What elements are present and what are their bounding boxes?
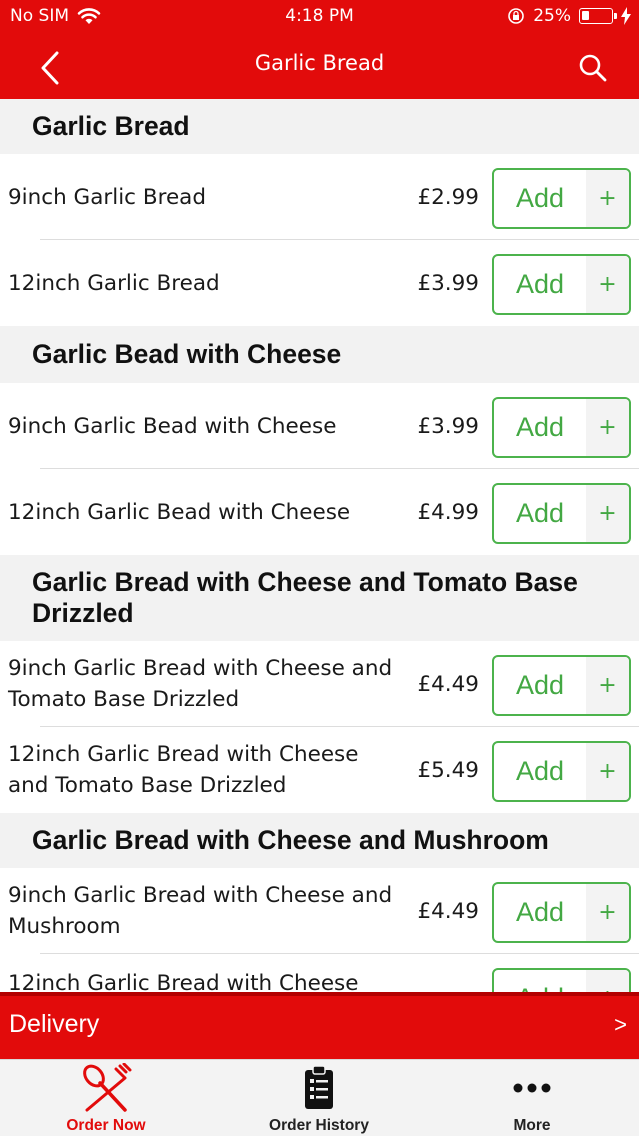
tab-label: Order Now xyxy=(66,1117,146,1134)
item-name: 9inch Garlic Bead with Cheese xyxy=(8,413,337,439)
add-button[interactable]: Add + xyxy=(492,483,631,544)
add-button[interactable]: Add + xyxy=(492,168,631,229)
battery-icon xyxy=(579,8,617,24)
menu-item-row: 12inch Garlic Bead with Cheese £4.99 Add… xyxy=(0,469,639,555)
menu-item-row: 9inch Garlic Bread with Cheese and Mushr… xyxy=(0,868,639,954)
delivery-shadow xyxy=(0,992,639,996)
plus-icon: + xyxy=(586,884,629,941)
section-title: Garlic Bread with Cheese and Tomato Base… xyxy=(32,567,578,628)
menu-list[interactable]: Garlic Bread 9inch Garlic Bread £2.99 Ad… xyxy=(0,99,639,992)
add-label: Add xyxy=(515,498,565,528)
orientation-lock-icon xyxy=(508,8,525,24)
add-label: Add xyxy=(515,412,565,442)
add-label: Add xyxy=(515,756,565,786)
tab-label: More xyxy=(513,1117,551,1134)
add-button[interactable]: Add + xyxy=(492,741,631,802)
plus-icon: + xyxy=(586,743,629,800)
clipboard-list-icon xyxy=(303,1060,335,1116)
menu-item-row: 9inch Garlic Bead with Cheese £3.99 Add … xyxy=(0,383,639,469)
nav-bar: Garlic Bread xyxy=(0,34,639,99)
item-name: 9inch Garlic Bread with Cheese and Mushr… xyxy=(8,883,393,939)
add-label: Add xyxy=(494,970,586,992)
section-header: Garlic Bead with Cheese xyxy=(0,326,639,383)
add-button[interactable]: Add + xyxy=(492,968,631,992)
plus-icon: + xyxy=(586,657,629,714)
delivery-label: Delivery xyxy=(9,1010,100,1038)
item-name: 12inch Garlic Bead with Cheese xyxy=(8,499,351,525)
tab-label: Order History xyxy=(269,1117,369,1134)
top-bar: No SIM 4:18 PM 25% Garlic Bread xyxy=(0,0,639,99)
item-price: £4.49 xyxy=(417,898,479,924)
search-button[interactable] xyxy=(571,46,615,90)
add-button[interactable]: Add + xyxy=(492,655,631,716)
item-name: 9inch Garlic Bread with Cheese and Tomat… xyxy=(8,656,393,712)
menu-item-row: 12inch Garlic Bread £3.99 Add + xyxy=(0,240,639,326)
page-title: Garlic Bread xyxy=(254,51,385,75)
item-name: 12inch Garlic Bread xyxy=(8,270,220,296)
tab-order-now[interactable]: Order Now xyxy=(40,1060,172,1136)
plus-icon: + xyxy=(586,970,629,992)
item-price: £3.99 xyxy=(417,413,479,439)
section-title: Garlic Bread xyxy=(32,111,190,141)
add-label: Add xyxy=(515,897,565,927)
delivery-bar[interactable]: Delivery > xyxy=(0,992,639,1059)
item-name: 12inch Garlic Bread with Cheese and Toma… xyxy=(8,742,359,798)
menu-item-row: 9inch Garlic Bread with Cheese and Tomat… xyxy=(0,641,639,727)
item-price: £4.49 xyxy=(417,671,479,697)
add-label: Add xyxy=(515,670,565,700)
plus-icon: + xyxy=(586,399,629,456)
add-label: Add xyxy=(515,183,565,213)
item-price: £5.49 xyxy=(417,757,479,783)
menu-item-row: 12inch Garlic Bread with Cheese and Toma… xyxy=(0,727,639,813)
add-label: Add xyxy=(515,269,565,299)
item-name: 12inch Garlic Bread with Cheese xyxy=(8,971,359,992)
menu-item-row: 9inch Garlic Bread £2.99 Add + xyxy=(0,154,639,240)
add-button[interactable]: Add + xyxy=(492,397,631,458)
plus-icon: + xyxy=(586,256,629,313)
tab-order-history[interactable]: Order History xyxy=(250,1060,388,1136)
section-header: Garlic Bread xyxy=(0,99,639,154)
section-header: Garlic Bread with Cheese and Mushroom xyxy=(0,813,639,868)
item-price: £3.99 xyxy=(417,270,479,296)
add-button[interactable]: Add + xyxy=(492,882,631,943)
battery-percent: 25% xyxy=(533,6,571,26)
menu-item-row: 12inch Garlic Bread with Cheese Add + xyxy=(0,954,639,992)
section-title: Garlic Bead with Cheese xyxy=(32,339,342,369)
plus-icon: + xyxy=(586,170,629,227)
add-button[interactable]: Add + xyxy=(492,254,631,315)
chevron-right-icon: > xyxy=(614,1012,627,1037)
item-price: £4.99 xyxy=(417,499,479,525)
item-price: £2.99 xyxy=(417,184,479,210)
tab-bar: Order Now Order History More xyxy=(0,1059,639,1136)
tab-more[interactable]: More xyxy=(480,1060,584,1136)
search-icon xyxy=(579,54,607,82)
charging-bolt-icon xyxy=(621,7,631,25)
section-title: Garlic Bread with Cheese and Mushroom xyxy=(32,825,549,855)
fork-knife-icon xyxy=(80,1060,132,1116)
plus-icon: + xyxy=(586,485,629,542)
status-bar: No SIM 4:18 PM 25% xyxy=(0,0,639,34)
section-header: Garlic Bread with Cheese and Tomato Base… xyxy=(0,555,639,641)
status-right: 25% xyxy=(507,6,631,26)
item-name: 9inch Garlic Bread xyxy=(8,184,207,210)
more-dots-icon xyxy=(512,1060,552,1116)
